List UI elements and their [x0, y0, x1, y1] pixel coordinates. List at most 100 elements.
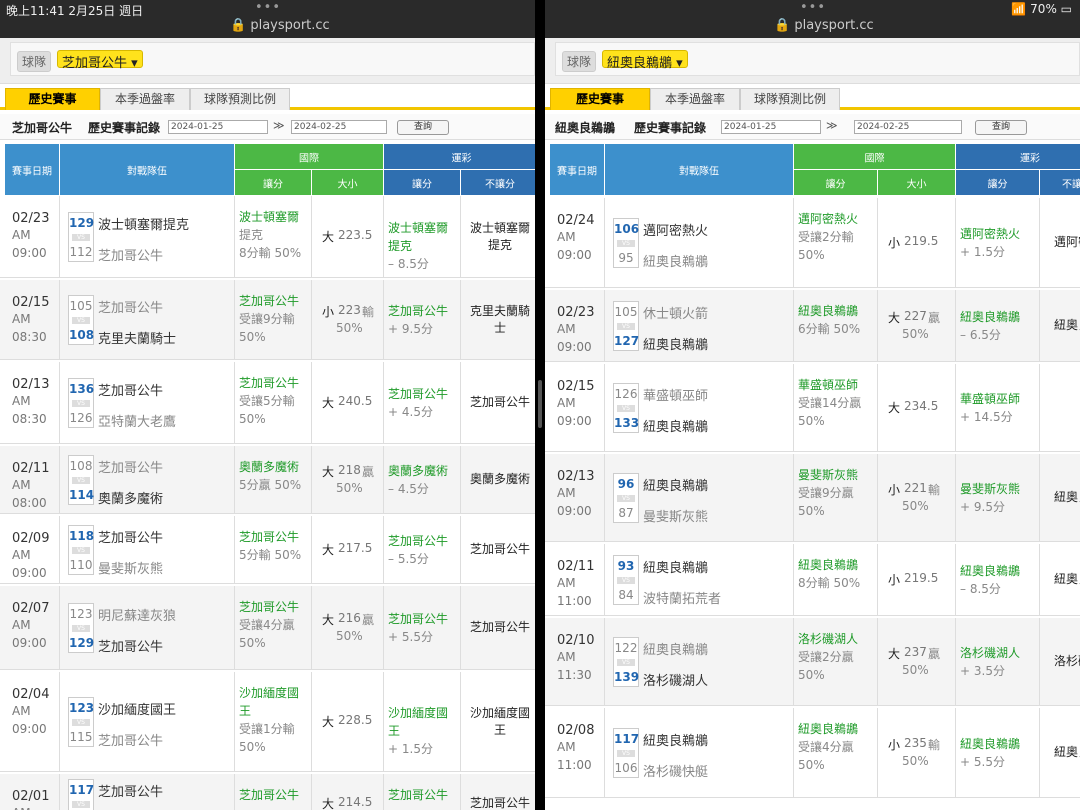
team-2[interactable]: 芝加哥公牛 — [98, 636, 163, 655]
team-2[interactable]: 奧蘭多魔術 — [98, 488, 163, 507]
team-1[interactable]: 紐奧良鵜鶘 — [643, 730, 708, 749]
team-2[interactable]: 曼斐斯灰熊 — [643, 506, 708, 525]
team-1[interactable]: 波士頓塞爾提克 — [98, 214, 189, 233]
team-2[interactable]: 芝加哥公牛 — [98, 245, 163, 264]
window-dots-right[interactable]: ••• — [800, 0, 826, 15]
tab-0[interactable]: 歷史賽事 — [550, 88, 650, 110]
table-row[interactable]: 02/07 AM 09:00 123 VS 129 明尼蘇達灰狼 芝加哥公牛 芝… — [0, 586, 535, 670]
team-1[interactable]: 芝加哥公牛 — [98, 297, 163, 316]
row-ampm: AM — [12, 394, 31, 408]
table-row[interactable]: 02/09 AM 09:00 118 VS 110 芝加哥公牛 曼斐斯灰熊 芝加… — [0, 516, 535, 584]
score-box: 122 VS 139 — [613, 637, 639, 687]
nospread-cell: 紐奧良 — [1040, 544, 1080, 615]
table-row[interactable]: 02/15 AM 09:00 126 VS 133 華盛頓巫師 紐奧良鵜鶘 華盛… — [545, 364, 1080, 452]
team-2[interactable]: 芝加哥公牛 — [98, 730, 163, 749]
table-row[interactable]: 02/23 AM 09:00 129 VS 112 波士頓塞爾提克 芝加哥公牛 … — [0, 196, 535, 278]
record-title: 歷史賽事記錄 — [88, 121, 161, 135]
header-intl: 國際 — [864, 153, 885, 164]
score-2: 87 — [618, 506, 634, 520]
table-row[interactable]: 02/24 AM 09:00 106 VS 95 邁阿密熱火 紐奧良鵜鶘 邁阿密… — [545, 198, 1080, 288]
ou-cell: 大 216 贏 50% — [312, 586, 384, 669]
team-bar: 球隊 紐奧良鵜鶘 ▾ — [545, 38, 1080, 84]
team-1[interactable]: 明尼蘇達灰狼 — [98, 605, 176, 624]
record-bar: 芝加哥公牛 歷史賽事記錄 2024-01-25 ≫ 2024-02-25 查詢 — [0, 114, 535, 140]
team-1[interactable]: 華盛頓巫師 — [643, 385, 708, 404]
score-1: 123 — [69, 607, 93, 621]
team-1[interactable]: 芝加哥公牛 — [98, 527, 163, 546]
date-from-input[interactable]: 2024-01-25 — [168, 120, 268, 134]
team-2[interactable]: 紐奧良鵜鶘 — [643, 416, 708, 435]
score-1: 126 — [614, 387, 638, 401]
team-1[interactable]: 休士頓火箭 — [643, 303, 708, 322]
table-row[interactable]: 02/13 AM 09:00 96 VS 87 紐奧良鵜鶘 曼斐斯灰熊 曼斐斯灰… — [545, 454, 1080, 542]
nospread-cell: 芝加哥公牛 — [461, 362, 535, 443]
lottery-spread-cell: 紐奧良鵜鶘 – 8.5分 — [956, 544, 1040, 615]
header-ou: 大小 — [337, 179, 358, 190]
date-from-input[interactable]: 2024-01-25 — [721, 120, 821, 134]
team-1[interactable]: 芝加哥公牛 — [98, 380, 163, 399]
table-row[interactable]: 02/23 AM 09:00 105 VS 127 休士頓火箭 紐奧良鵜鶘 紐奧… — [545, 290, 1080, 362]
team-1[interactable]: 芝加哥公牛 — [98, 781, 163, 800]
tab-2[interactable]: 球隊預測比例 — [740, 88, 840, 110]
team-1[interactable]: 紐奧良鵜鶘 — [643, 639, 708, 658]
score-2: 108 — [69, 328, 95, 342]
spread-cell: 波士頓塞爾 提克 8分輸 50% — [235, 196, 312, 277]
team-1[interactable]: 紐奧良鵜鶘 — [643, 557, 708, 576]
lottery-spread-cell: 奧蘭多魔術 – 4.5分 — [384, 446, 461, 513]
table-row[interactable]: 02/04 AM 09:00 123 VS 115 沙加緬度國王 芝加哥公牛 沙… — [0, 672, 535, 772]
row-date: 02/13 — [557, 469, 595, 484]
tab-2[interactable]: 球隊預測比例 — [190, 88, 290, 110]
row-date: 02/10 — [557, 633, 595, 648]
header-nospread: 不讓分 — [485, 179, 515, 190]
team-2[interactable]: 紐奧良鵜鶘 — [643, 334, 708, 353]
date-to-input[interactable]: 2024-02-25 — [854, 120, 962, 134]
window-dots-left[interactable]: ••• — [255, 0, 281, 15]
row-date: 02/07 — [12, 601, 50, 616]
team-2[interactable]: 克里夫蘭騎士 — [98, 328, 176, 347]
score-box: 106 VS 95 — [613, 218, 639, 268]
row-time: 11:00 — [557, 758, 592, 772]
team-1[interactable]: 紐奧良鵜鶘 — [643, 475, 708, 494]
url-right[interactable]: 🔒 playsport.cc — [774, 18, 874, 33]
query-button[interactable]: 查詢 — [975, 120, 1027, 135]
table-row[interactable]: 02/15 AM 08:30 105 VS 108 芝加哥公牛 克里夫蘭騎士 芝… — [0, 280, 535, 360]
tab-1[interactable]: 本季過盤率 — [650, 88, 740, 110]
row-ampm: AM — [12, 478, 31, 492]
table-row[interactable]: 02/10 AM 11:30 122 VS 139 紐奧良鵜鶘 洛杉磯湖人 洛杉… — [545, 618, 1080, 706]
url-left[interactable]: 🔒 playsport.cc — [230, 18, 330, 33]
team-1[interactable]: 沙加緬度國王 — [98, 699, 176, 718]
score-box: 96 VS 87 — [613, 473, 639, 523]
row-ampm: AM — [557, 486, 576, 500]
nospread-cell: 紐奧良 — [1040, 290, 1080, 361]
team-2[interactable]: 洛杉磯快艇 — [643, 761, 708, 780]
score-1: 123 — [69, 701, 95, 715]
team-1[interactable]: 芝加哥公牛 — [98, 457, 163, 476]
ou-cell: 大 234.5 — [878, 364, 956, 451]
team-2[interactable]: 曼斐斯灰熊 — [98, 558, 163, 577]
split-divider[interactable] — [535, 0, 545, 810]
table-row[interactable]: 02/13 AM 08:30 136 VS 126 芝加哥公牛 亞特蘭大老鷹 芝… — [0, 362, 535, 444]
divider-handle[interactable] — [538, 380, 542, 428]
table-row[interactable]: 02/11 AM 11:00 93 VS 84 紐奧良鵜鶘 波特蘭拓荒者 紐奧良… — [545, 544, 1080, 616]
row-time: 09:00 — [557, 504, 592, 518]
table-row[interactable]: 02/08 AM 11:00 117 VS 106 紐奧良鵜鶘 洛杉磯快艇 紐奧… — [545, 708, 1080, 798]
tab-0[interactable]: 歷史賽事 — [5, 88, 100, 110]
team-select[interactable]: 紐奧良鵜鶘 ▾ — [602, 50, 688, 71]
table-row[interactable]: 02/01 AM 117 VS 芝加哥公牛 芝加哥公牛 大 214.5 芝加哥公… — [0, 774, 535, 810]
lottery-spread-cell: 芝加哥公牛 – 5.5分 — [384, 516, 461, 583]
score-2: 112 — [69, 245, 93, 259]
ou-cell: 大 237 贏 50% — [878, 618, 956, 705]
lottery-spread-cell: 曼斐斯灰熊 + 9.5分 — [956, 454, 1040, 541]
date-to-input[interactable]: 2024-02-25 — [291, 120, 387, 134]
team-1[interactable]: 邁阿密熱火 — [643, 220, 708, 239]
team-2[interactable]: 洛杉磯湖人 — [643, 670, 708, 689]
team-2[interactable]: 亞特蘭大老鷹 — [98, 411, 176, 430]
score-box: 108 VS 114 — [68, 455, 94, 505]
table-row[interactable]: 02/11 AM 08:00 108 VS 114 芝加哥公牛 奧蘭多魔術 奧蘭… — [0, 446, 535, 514]
tab-1[interactable]: 本季過盤率 — [100, 88, 190, 110]
team-2[interactable]: 紐奧良鵜鶘 — [643, 251, 708, 270]
team-select[interactable]: 芝加哥公牛 ▾ — [57, 50, 143, 71]
nospread-cell: 沙加緬度國 王 — [461, 672, 535, 771]
team-2[interactable]: 波特蘭拓荒者 — [643, 588, 721, 607]
query-button[interactable]: 查詢 — [397, 120, 449, 135]
